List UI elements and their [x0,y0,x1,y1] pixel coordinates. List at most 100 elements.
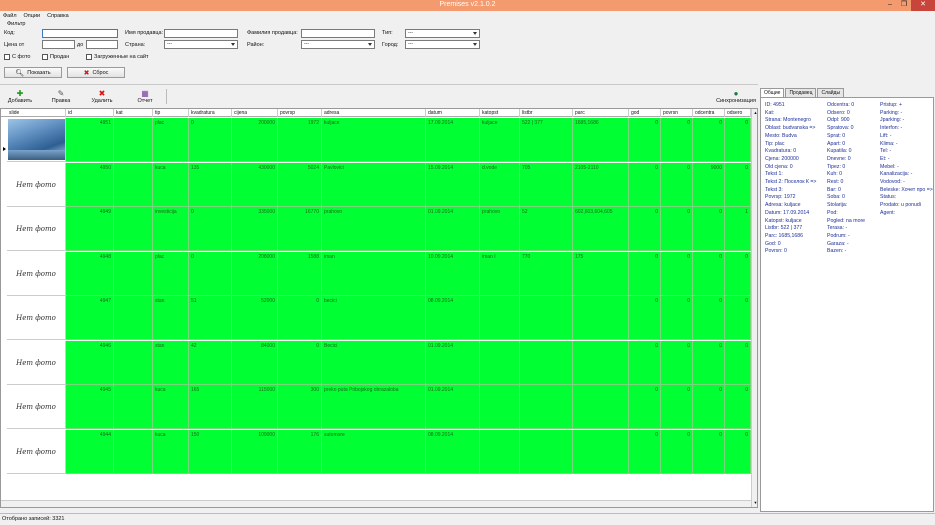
column-header-god[interactable]: god [629,109,661,117]
cell-povrsn[interactable]: 0 [661,296,693,340]
scroll-up-icon[interactable]: ▲ [753,110,757,115]
table-row[interactable]: Нет фото 4945 kuca 165 115000 300 preko puta P… [1,385,751,429]
column-header-listbr[interactable]: listbr [520,109,573,117]
column-header-katopst[interactable]: katopst [480,109,520,117]
cell-odsero[interactable]: 0 [725,429,751,474]
cell-datum[interactable]: 15.09.2014 [426,162,480,207]
cell-adresa[interactable]: prahovo [322,207,426,251]
column-header-odsero[interactable]: odsero [725,109,751,117]
menu-file[interactable]: Файл [3,11,17,21]
vertical-scrollbar[interactable]: ▲ ▼ [751,109,757,507]
scroll-down-icon[interactable]: ▼ [753,500,757,505]
slide-cell[interactable]: Нет фото [7,162,66,207]
cell-katopst[interactable]: kuljace [480,118,520,162]
cell-cijena[interactable]: 200000 [232,118,278,162]
cell-adresa[interactable]: sutomore [322,429,426,474]
cell-id[interactable]: 4947 [66,296,114,340]
cell-katopst[interactable] [480,429,520,474]
tab-seller[interactable]: Продавец [785,88,817,97]
cell-katopst[interactable] [480,385,520,429]
cell-katopst[interactable]: d.vode [480,162,520,207]
cell-tip[interactable]: kuca [153,429,189,474]
cell-odcentra[interactable]: 0 [693,251,725,296]
show-button[interactable]: 🔍︎ Показать [4,67,62,78]
reset-button[interactable]: ✖ Сброс [67,67,125,78]
cell-listbr[interactable]: 705 [520,162,573,207]
close-button[interactable]: ✕ [911,0,935,11]
cell-odcentra[interactable]: 9000 [693,162,725,207]
cell-datum[interactable]: 10.09.2014 [426,251,480,296]
cell-adresa[interactable]: kuljace [322,118,426,162]
cell-kvadratura[interactable]: 165 [189,385,232,429]
seller-name-input[interactable] [164,29,238,38]
cell-odsero[interactable]: 0 [725,385,751,429]
maximize-button[interactable]: ❐ [897,0,911,11]
table-row[interactable]: Нет фото 4947 stan 51 52000 0 becici 08.09.2014… [1,296,751,340]
tab-slides[interactable]: Слайды [817,88,845,97]
cell-kvadratura[interactable]: 42 [189,340,232,385]
cell-odcentra[interactable]: 0 [693,296,725,340]
cell-povrsn[interactable]: 0 [661,118,693,162]
table-row[interactable]: Нет фото 4950 kuca 135 430000 5024 Pavlovici 15… [1,162,751,207]
cell-odcentra[interactable]: 0 [693,118,725,162]
slide-cell[interactable]: Нет фото [7,429,66,474]
column-header-cijena[interactable]: cijena [232,109,278,117]
cell-cijena[interactable]: 115000 [232,385,278,429]
column-header-povrsp[interactable]: povrsp [278,109,322,117]
price-from-input[interactable] [42,40,75,49]
cell-id[interactable]: 4949 [66,207,114,251]
records-grid[interactable]: slide id kat tip kvadratura cijena povrsp adres… [0,108,758,508]
cell-id[interactable]: 4948 [66,251,114,296]
cell-kat[interactable] [114,429,153,474]
cell-odcentra[interactable]: 0 [693,385,725,429]
cell-odsero[interactable]: 1 [725,207,751,251]
cell-parc[interactable]: 175 [573,251,629,296]
cell-kat[interactable] [114,385,153,429]
cell-listbr[interactable]: 770 [520,251,573,296]
cell-povrsp[interactable]: 16770 [278,207,322,251]
cell-kvadratura[interactable]: 0 [189,118,232,162]
cell-tip[interactable]: plac [153,118,189,162]
cell-parc[interactable]: 1685,1686 [573,118,629,162]
cell-datum[interactable]: 01.09.2014 [426,207,480,251]
cell-god[interactable]: 0 [629,385,661,429]
cell-god[interactable]: 0 [629,118,661,162]
report-button[interactable]: ▦ Отчет [130,89,160,105]
cell-odsero[interactable]: 0 [725,296,751,340]
table-row[interactable]: Нет фото 4949 investicija 0 335000 16770 praho… [1,207,751,251]
cell-povrsp[interactable]: 1588 [278,251,322,296]
cell-tip[interactable]: investicija [153,207,189,251]
cell-id[interactable]: 4946 [66,340,114,385]
cell-cijena[interactable]: 335000 [232,207,278,251]
cell-katopst[interactable]: prahovo [480,207,520,251]
cell-id[interactable]: 4950 [66,162,114,207]
cell-povrsn[interactable]: 0 [661,340,693,385]
cell-datum[interactable]: 08.09.2014 [426,296,480,340]
cell-odcentra[interactable]: 0 [693,207,725,251]
minimize-button[interactable]: – [883,0,897,11]
sold-checkbox[interactable]: Продан [42,54,69,60]
cell-tip[interactable]: kuca [153,162,189,207]
cell-cijena[interactable]: 208000 [232,251,278,296]
slide-cell[interactable]: Нет фото [7,207,66,251]
type-select[interactable]: --- [405,29,480,38]
cell-id[interactable]: 4951 [66,118,114,162]
cell-god[interactable]: 0 [629,207,661,251]
cell-povrsn[interactable]: 0 [661,385,693,429]
cell-id[interactable]: 4945 [66,385,114,429]
with-photo-checkbox[interactable]: С фото [4,54,30,60]
cell-cijena[interactable]: 84000 [232,340,278,385]
price-to-input[interactable] [86,40,118,49]
table-row[interactable]: 4951 plac 0 200000 1972 kuljace 17.09.2014 kulj… [1,118,751,162]
cell-povrsp[interactable]: 0 [278,340,322,385]
column-header-odcentra[interactable]: odcentra [693,109,725,117]
cell-cijena[interactable]: 109000 [232,429,278,474]
column-header-kat[interactable]: kat [114,109,153,117]
cell-odcentra[interactable]: 0 [693,429,725,474]
cell-listbr[interactable] [520,296,573,340]
cell-kat[interactable] [114,340,153,385]
cell-povrsp[interactable]: 5024 [278,162,322,207]
cell-parc[interactable] [573,296,629,340]
cell-tip[interactable]: stan [153,296,189,340]
country-select[interactable]: --- [164,40,238,49]
